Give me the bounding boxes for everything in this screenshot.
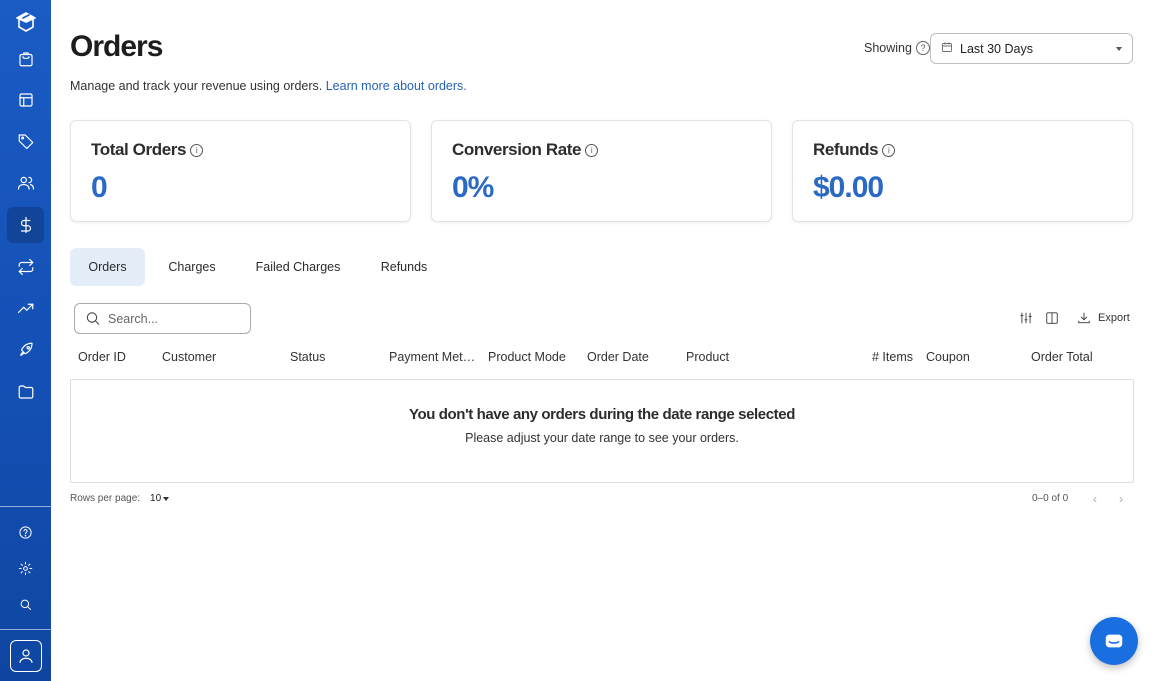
stat-label: Refunds i [813, 140, 896, 160]
empty-state: You don't have any orders during the dat… [70, 379, 1134, 483]
stat-label-text: Conversion Rate [452, 140, 582, 159]
rows-per-page: Rows per page: 10 [70, 493, 170, 504]
empty-state-title: You don't have any orders during the dat… [409, 406, 795, 423]
chevron-down-icon [1116, 46, 1122, 51]
search-box [74, 303, 251, 334]
export-button[interactable]: Export [1077, 311, 1130, 325]
chat-button[interactable] [1090, 617, 1138, 665]
chevron-left-icon[interactable]: ‹ [1093, 492, 1097, 506]
stat-label: Conversion Rate i [452, 140, 599, 160]
learn-more-link[interactable]: Learn more about orders. [326, 79, 467, 93]
showing-label: Showing [864, 41, 912, 55]
layout-icon[interactable] [7, 82, 44, 118]
sidebar [0, 0, 51, 681]
sliders-icon [1020, 312, 1032, 324]
column-header-order-id[interactable]: Order ID [78, 350, 126, 364]
filter-button[interactable] [1019, 311, 1033, 325]
page-subtitle: Manage and track your revenue using orde… [70, 79, 467, 93]
pagination-range: 0–0 of 0 [1032, 493, 1069, 504]
stat-label: Total Orders i [91, 140, 204, 160]
chat-icon [1105, 634, 1123, 648]
search-icon [86, 312, 100, 325]
rows-per-page-select[interactable]: 10 [150, 493, 170, 504]
profile-button[interactable] [10, 640, 42, 672]
columns-button[interactable] [1045, 311, 1059, 325]
search-input[interactable] [106, 310, 240, 327]
help-circle-icon[interactable]: ? [915, 41, 930, 55]
column-header-coupon[interactable]: Coupon [926, 350, 970, 364]
shopping-bag-icon[interactable] [7, 41, 44, 77]
dollar-icon[interactable] [7, 207, 44, 243]
column-header-order-date[interactable]: Order Date [587, 350, 649, 364]
stat-value: 0 [91, 171, 108, 204]
columns-icon [1046, 312, 1058, 324]
rows-per-page-label: Rows per page: [70, 493, 141, 504]
tab-orders[interactable]: Orders [70, 248, 145, 286]
date-range-value: Last 30 Days [960, 41, 1033, 56]
stat-label-text: Total Orders [91, 140, 187, 159]
stat-label-text: Refunds [813, 140, 879, 159]
repeat-icon[interactable] [7, 249, 44, 285]
date-range-select[interactable]: Last 30 Days [930, 33, 1133, 64]
download-icon [1078, 312, 1090, 324]
sidebar-divider [0, 506, 51, 507]
caret-down-icon [163, 496, 170, 501]
folder-icon[interactable] [7, 374, 44, 410]
column-header-product[interactable]: Product [686, 350, 729, 364]
page-title: Orders [70, 30, 163, 63]
rows-per-page-value: 10 [150, 493, 162, 504]
rocket-icon[interactable] [7, 332, 44, 368]
box-logo-icon[interactable] [7, 4, 44, 40]
subtitle-text: Manage and track your revenue using orde… [70, 79, 323, 93]
column-header-order-total[interactable]: Order Total [1031, 350, 1093, 364]
stat-card-total-orders: Total Orders i 0 [70, 120, 411, 222]
export-label: Export [1098, 312, 1130, 324]
tab-charges[interactable]: Charges [158, 248, 226, 286]
column-header-payment-method[interactable]: Payment Met… [389, 350, 475, 364]
stat-card-refunds: Refunds i $0.00 [792, 120, 1133, 222]
chevron-right-icon[interactable]: › [1119, 492, 1123, 506]
help-icon[interactable] [7, 514, 44, 550]
search-icon[interactable] [7, 586, 44, 622]
column-header-status[interactable]: Status [290, 350, 325, 364]
tab-refunds[interactable]: Refunds [370, 248, 438, 286]
tag-icon[interactable] [7, 123, 44, 159]
info-icon[interactable]: i [882, 143, 896, 157]
settings-icon[interactable] [7, 550, 44, 586]
tab-failed-charges[interactable]: Failed Charges [248, 248, 348, 286]
trending-up-icon[interactable] [7, 290, 44, 326]
users-icon[interactable] [7, 165, 44, 201]
stat-value: $0.00 [813, 171, 884, 204]
column-header-product-mode[interactable]: Product Mode [488, 350, 566, 364]
column-header-customer[interactable]: Customer [162, 350, 216, 364]
showing-label-group: Showing ? [864, 41, 930, 55]
user-icon [19, 649, 33, 663]
info-icon[interactable]: i [585, 143, 599, 157]
sidebar-divider [0, 629, 51, 630]
empty-state-subtitle: Please adjust your date range to see you… [465, 431, 739, 445]
column-header-items[interactable]: # Items [872, 350, 913, 364]
calendar-icon [941, 41, 953, 56]
stat-card-conversion-rate: Conversion Rate i 0% [431, 120, 772, 222]
info-icon[interactable]: i [190, 143, 204, 157]
stat-value: 0% [452, 171, 494, 204]
